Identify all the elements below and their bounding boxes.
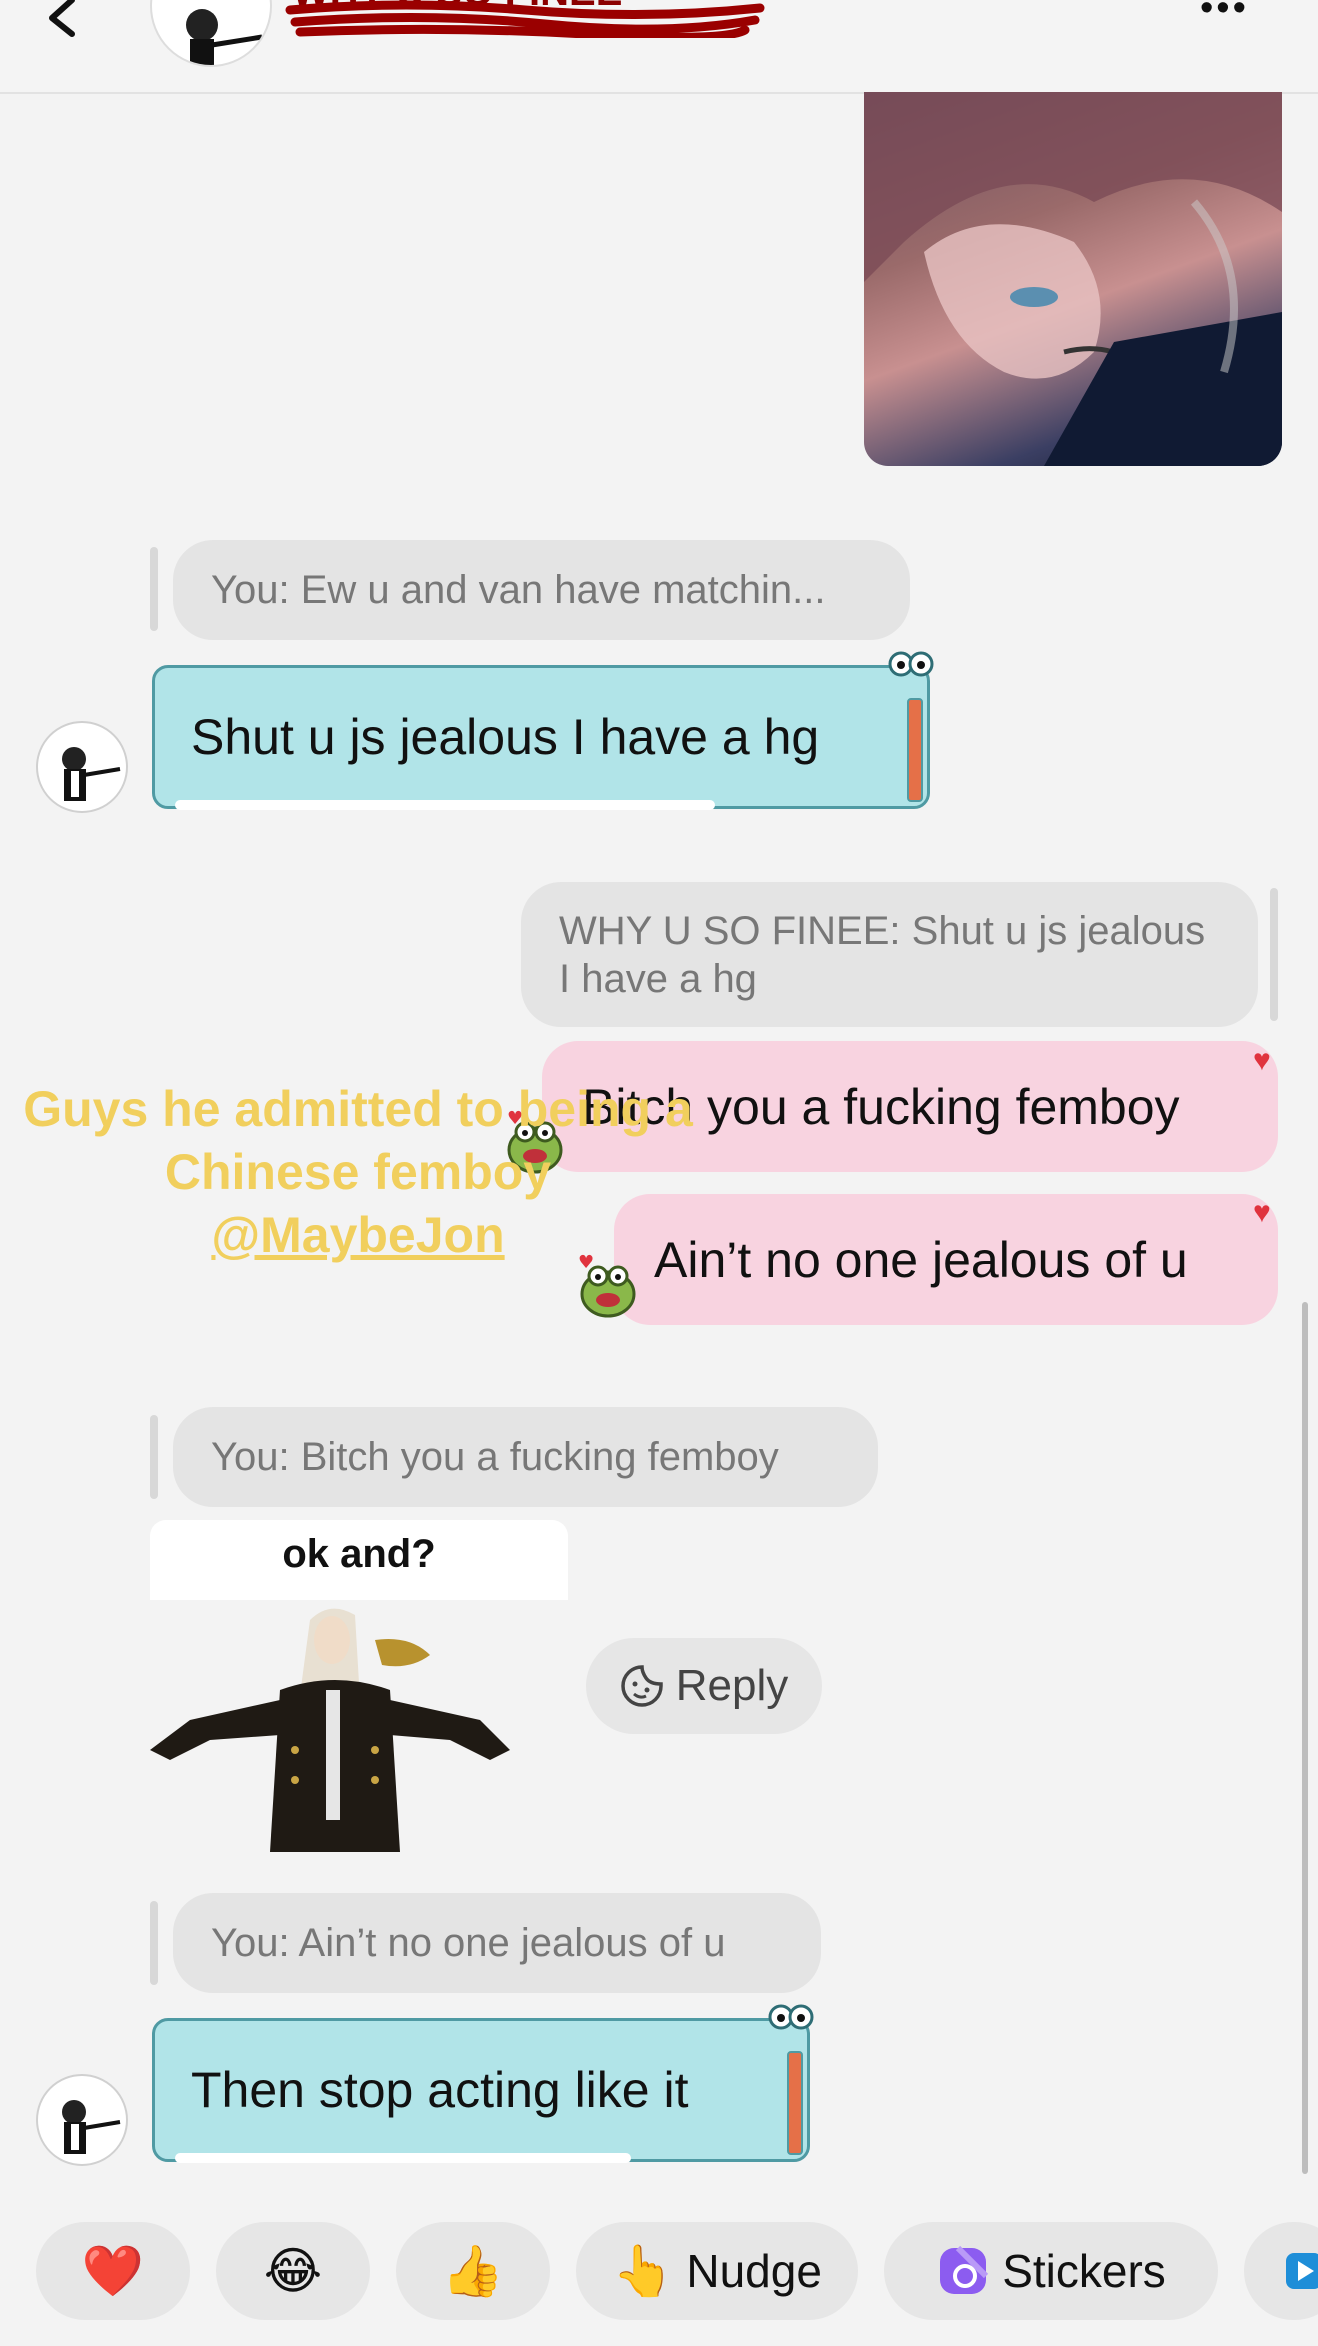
- message-text: Shut u js jealous I have a hg: [191, 709, 820, 765]
- heart-reaction-icon: ♥: [1253, 1196, 1271, 1229]
- image-message[interactable]: [864, 92, 1282, 466]
- reply-button[interactable]: Reply: [586, 1638, 822, 1734]
- bubble-decoration: [175, 800, 716, 810]
- incoming-message-bubble[interactable]: Shut u js jealous I have a hg: [152, 651, 934, 810]
- quick-reactions-bar: ❤️ 😂 👍 👆 Nudge Stickers: [0, 2222, 1318, 2322]
- message-text: Ain’t no one jealous of u: [654, 1231, 1188, 1288]
- redaction-scribble: [285, 0, 765, 38]
- nudge-button[interactable]: 👆 Nudge: [576, 2222, 858, 2320]
- contact-avatar[interactable]: [36, 2074, 128, 2166]
- pointing-hand-icon: 👆: [612, 2243, 675, 2299]
- overlay-line-1: Guys he admitted to being a: [23, 1081, 693, 1137]
- heart-emoji-icon: ❤️: [81, 2243, 145, 2299]
- play-icon: [1286, 2253, 1318, 2289]
- stickers-button[interactable]: Stickers: [884, 2222, 1218, 2320]
- incoming-message-bubble[interactable]: Then stop acting like it: [152, 2004, 814, 2163]
- heart-reaction-icon: ♥: [1253, 1044, 1271, 1077]
- outgoing-message-bubble[interactable]: Ain’t no one jealous of u: [614, 1194, 1278, 1325]
- bubble-decoration: [175, 2153, 632, 2163]
- reply-quote[interactable]: You: Ain’t no one jealous of u: [173, 1893, 821, 1993]
- more-dots-icon[interactable]: •••: [1200, 0, 1249, 27]
- heart-reaction-button[interactable]: ❤️: [36, 2222, 190, 2320]
- bubble-decoration: [787, 2051, 803, 2155]
- contact-avatar[interactable]: [36, 721, 128, 813]
- sticker-smile-icon: [621, 1665, 663, 1707]
- laugh-reaction-button[interactable]: 😂: [216, 2222, 370, 2320]
- overlay-line-2: Chinese femboy: [164, 1144, 552, 1200]
- bubble-eyes-icon: [768, 2004, 814, 2030]
- sticker-message[interactable]: ok and?: [150, 1520, 568, 1852]
- quote-bar: [1270, 888, 1278, 1021]
- reply-label: Reply: [675, 1661, 789, 1710]
- mention-link[interactable]: @MaybeJon: [20, 1204, 696, 1267]
- more-reactions-button[interactable]: [1244, 2222, 1318, 2320]
- thumbs-up-emoji-icon: 👍: [441, 2243, 505, 2299]
- bubble-eyes-icon: [888, 651, 934, 677]
- quote-bar: [150, 547, 158, 631]
- reply-quote[interactable]: You: Ew u and van have matchin...: [173, 540, 910, 640]
- bubble-decoration: [907, 698, 923, 802]
- overlay-caption: Guys he admitted to being a Chinese femb…: [20, 1078, 696, 1267]
- reply-quote[interactable]: WHY U SO FINEE: Shut u js jealous I have…: [521, 882, 1258, 1027]
- nudge-label: Nudge: [686, 2245, 822, 2297]
- shrugging-character-image: [150, 1608, 510, 1852]
- chat-header: WHY U SO FINEE •••: [0, 0, 1318, 94]
- anime-character-image: [864, 92, 1282, 466]
- thumbs-up-reaction-button[interactable]: 👍: [396, 2222, 550, 2320]
- reply-quote[interactable]: You: Bitch you a fucking femboy: [173, 1407, 878, 1507]
- quote-bar: [150, 1901, 158, 1985]
- stickers-icon: [940, 2245, 989, 2294]
- stickers-label: Stickers: [1002, 2245, 1166, 2297]
- message-text: Then stop acting like it: [191, 2062, 689, 2118]
- quote-text: WHY U SO FINEE: Shut u js jealous I have…: [559, 908, 1206, 1001]
- chevron-left-icon[interactable]: [40, 0, 90, 40]
- laugh-emoji-icon: 😂: [263, 2243, 323, 2299]
- scrollbar[interactable]: [1302, 1302, 1308, 2174]
- contact-avatar[interactable]: [150, 0, 272, 67]
- quote-bar: [150, 1415, 158, 1499]
